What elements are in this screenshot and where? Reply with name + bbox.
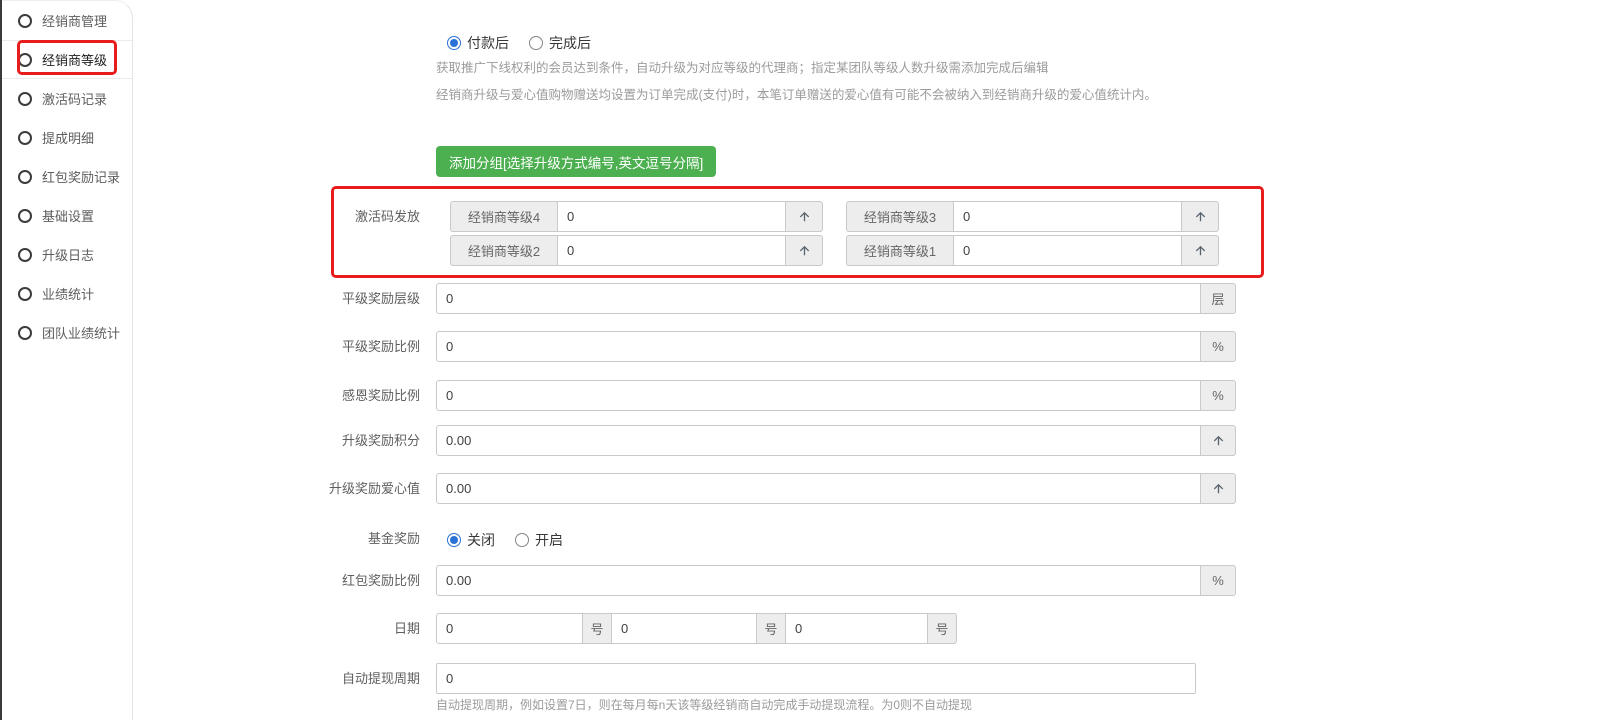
- radio-circle-icon: [18, 287, 32, 301]
- sidebar-item-team-performance-stats[interactable]: 团队业绩统计: [2, 313, 132, 352]
- sidebar-item-label: 升级日志: [42, 245, 94, 264]
- radio-after-payment-label[interactable]: 付款后: [467, 33, 509, 53]
- radio-circle-icon: [18, 53, 32, 67]
- radio-fund-open[interactable]: [515, 533, 529, 547]
- sidebar-item-label: 业绩统计: [42, 284, 94, 303]
- peer-reward-ratio-suffix: %: [1201, 331, 1236, 362]
- dealer-level1-prefix: 经销商等级1: [846, 235, 953, 266]
- radio-circle-icon: [18, 170, 32, 184]
- sidebar-item-label: 经销商等级: [42, 50, 107, 69]
- gratitude-reward-ratio-input[interactable]: [436, 380, 1201, 411]
- auto-withdraw-cycle-label: 自动提现周期: [250, 663, 420, 694]
- arrow-up-icon: [1193, 209, 1208, 224]
- dealer-level4-input[interactable]: [557, 201, 786, 232]
- sidebar-item-dealer-management[interactable]: 经销商管理: [2, 1, 132, 40]
- arrow-up-icon: [1193, 243, 1208, 258]
- arrow-up-icon: [1211, 433, 1226, 448]
- dealer-level4-prefix: 经销商等级4: [450, 201, 557, 232]
- radio-after-completion-label[interactable]: 完成后: [549, 33, 591, 53]
- dealer-level4-suffix: [786, 201, 823, 232]
- upgrade-note-1: 获取推广下线权利的会员达到条件，自动升级为对应等级的代理商；指定某团队等级人数升…: [436, 57, 1049, 76]
- auto-withdraw-cycle-input[interactable]: [436, 663, 1196, 694]
- upgrade-reward-points-label: 升级奖励积分: [250, 425, 420, 456]
- radio-circle-icon: [18, 92, 32, 106]
- peer-reward-ratio-input[interactable]: [436, 331, 1201, 362]
- date-label: 日期: [250, 613, 420, 644]
- date-suffix-3: 号: [928, 613, 957, 644]
- radio-circle-icon: [18, 326, 32, 340]
- dealer-level2-suffix: [786, 235, 823, 266]
- sidebar-item-redpacket-reward-records[interactable]: 红包奖励记录: [2, 157, 132, 196]
- dealer-level3-input[interactable]: [953, 201, 1182, 232]
- sidebar-item-label: 提成明细: [42, 128, 94, 147]
- upgrade-note-2: 经销商升级与爱心值购物赠送均设置为订单完成(支付)时，本笔订单赠送的爱心值有可能…: [436, 84, 1157, 103]
- sidebar-item-activation-code-records[interactable]: 激活码记录: [2, 79, 132, 118]
- red-packet-ratio-input[interactable]: [436, 565, 1201, 596]
- auto-withdraw-cycle-help: 自动提现周期，例如设置7日，则在每月每n天该等级经销商自动完成手动提现流程。为0…: [436, 696, 972, 713]
- red-packet-ratio-suffix: %: [1201, 565, 1236, 596]
- sidebar-item-dealer-level[interactable]: 经销商等级: [2, 40, 132, 79]
- sidebar-item-label: 红包奖励记录: [42, 167, 120, 186]
- activation-codes-label: 激活码发放: [250, 201, 420, 232]
- date-suffix-2: 号: [757, 613, 786, 644]
- dealer-level1-input[interactable]: [953, 235, 1182, 266]
- peer-reward-level-suffix: 层: [1201, 283, 1236, 314]
- upgrade-reward-love-label: 升级奖励爱心值: [250, 473, 420, 504]
- radio-after-payment[interactable]: [447, 36, 461, 50]
- radio-circle-icon: [18, 248, 32, 262]
- dealer-level2-input[interactable]: [557, 235, 786, 266]
- upgrade-reward-points-input[interactable]: [436, 425, 1201, 456]
- arrow-up-icon: [797, 209, 812, 224]
- dealer-level3-suffix: [1182, 201, 1219, 232]
- radio-fund-close[interactable]: [447, 533, 461, 547]
- sidebar-item-performance-stats[interactable]: 业绩统计: [2, 274, 132, 313]
- peer-reward-level-label: 平级奖励层级: [250, 283, 420, 314]
- radio-circle-icon: [18, 209, 32, 223]
- radio-circle-icon: [18, 14, 32, 28]
- date-suffix-1: 号: [583, 613, 612, 644]
- upgrade-reward-love-input[interactable]: [436, 473, 1201, 504]
- arrow-up-icon: [1211, 481, 1226, 496]
- add-group-button[interactable]: 添加分组[选择升级方式编号,英文逗号分隔]: [436, 146, 716, 177]
- date-input-1[interactable]: [436, 613, 583, 644]
- date-input-3[interactable]: [786, 613, 928, 644]
- sidebar-item-commission-details[interactable]: 提成明细: [2, 118, 132, 157]
- date-input-2[interactable]: [612, 613, 757, 644]
- radio-circle-icon: [18, 131, 32, 145]
- radio-fund-close-label[interactable]: 关闭: [467, 530, 495, 550]
- sidebar-item-basic-settings[interactable]: 基础设置: [2, 196, 132, 235]
- upgrade-timing-radio-group: 付款后 完成后: [447, 33, 591, 53]
- dealer-level3-prefix: 经销商等级3: [846, 201, 953, 232]
- sidebar-item-upgrade-log[interactable]: 升级日志: [2, 235, 132, 274]
- peer-reward-level-input[interactable]: [436, 283, 1201, 314]
- sidebar-item-label: 激活码记录: [42, 89, 107, 108]
- gratitude-reward-ratio-label: 感恩奖励比例: [250, 380, 420, 411]
- gratitude-reward-ratio-suffix: %: [1201, 380, 1236, 411]
- arrow-up-icon: [797, 243, 812, 258]
- fund-reward-radio-group: 关闭 开启: [447, 530, 563, 550]
- red-packet-ratio-label: 红包奖励比例: [250, 565, 420, 596]
- dealer-level2-prefix: 经销商等级2: [450, 235, 557, 266]
- upgrade-reward-love-suffix: [1201, 473, 1236, 504]
- sidebar: 经销商管理 经销商等级 激活码记录 提成明细 红包奖励记录 基础设置 升级日志 …: [2, 0, 133, 720]
- fund-reward-label: 基金奖励: [250, 523, 420, 554]
- radio-after-completion[interactable]: [529, 36, 543, 50]
- peer-reward-ratio-label: 平级奖励比例: [250, 331, 420, 362]
- sidebar-item-label: 经销商管理: [42, 11, 107, 30]
- dealer-level1-suffix: [1182, 235, 1219, 266]
- sidebar-item-label: 团队业绩统计: [42, 323, 120, 342]
- sidebar-item-label: 基础设置: [42, 206, 94, 225]
- upgrade-reward-points-suffix: [1201, 425, 1236, 456]
- radio-fund-open-label[interactable]: 开启: [535, 530, 563, 550]
